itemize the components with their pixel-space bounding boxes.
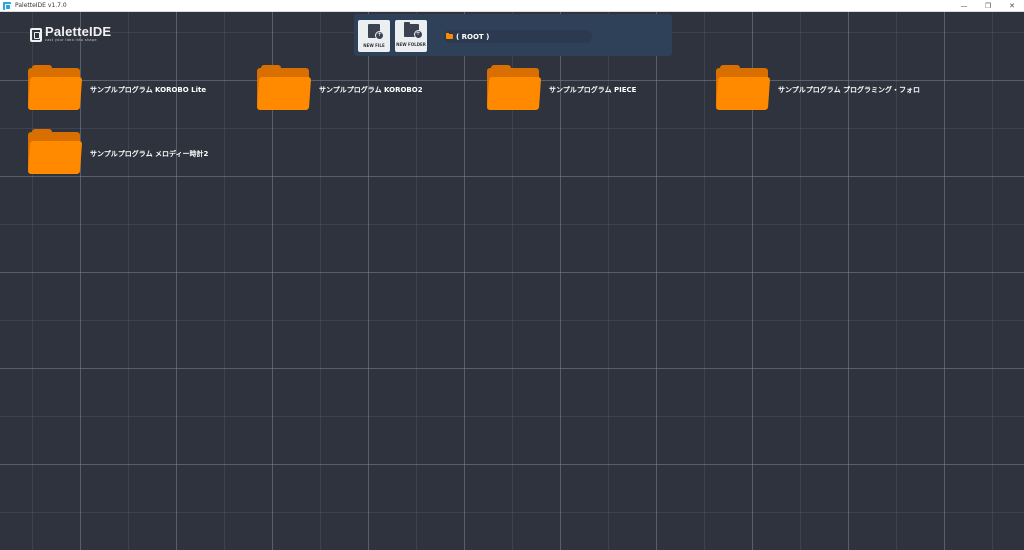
close-button[interactable]: ✕ (1000, 0, 1024, 12)
folder-item[interactable]: サンプルプログラム プログラミング・フォロ (715, 65, 921, 112)
app-icon (3, 1, 11, 10)
folder-label: サンプルプログラム プログラミング・フォロ (778, 86, 921, 94)
folder-label: サンプルプログラム メロディー時計2 (90, 150, 209, 158)
new-file-icon (368, 24, 384, 40)
palette-logo-icon (30, 27, 42, 42)
folder-label: サンプルプログラム KOROBO Lite (90, 86, 207, 94)
logo-name: PaletteIDE (45, 24, 112, 39)
folder-item[interactable]: サンプルプログラム PIECE (486, 65, 637, 112)
folder-icon (715, 65, 771, 112)
folder-item[interactable]: サンプルプログラム KOROBO Lite (27, 65, 207, 112)
new-file-button[interactable]: NEW FILE (358, 20, 390, 52)
breadcrumb[interactable]: ( ROOT ) (444, 30, 592, 43)
folder-icon (256, 65, 312, 112)
window-controls: — ❐ ✕ (952, 0, 1024, 12)
folder-icon (27, 129, 83, 176)
file-toolbar: NEW FILE NEW FOLDER ( ROOT ) (354, 14, 672, 56)
folder-item[interactable]: サンプルプログラム メロディー時計2 (27, 129, 209, 176)
folder-icon (27, 65, 83, 112)
logo-tagline: cast your idea into shape (45, 38, 97, 42)
new-folder-label: NEW FOLDER (396, 42, 426, 47)
folder-label: サンプルプログラム KOROBO2 (319, 86, 423, 94)
restore-button[interactable]: ❐ (976, 0, 1000, 12)
minimize-button[interactable]: — (952, 0, 976, 12)
window-titlebar: PaletteIDE v1.7.0 — ❐ ✕ (0, 0, 1024, 12)
folder-label: サンプルプログラム PIECE (549, 86, 637, 94)
breadcrumb-path: ( ROOT ) (456, 32, 490, 41)
new-folder-button[interactable]: NEW FOLDER (395, 20, 427, 52)
folder-icon (446, 33, 453, 39)
folder-icon (486, 65, 542, 112)
new-folder-icon (403, 22, 423, 39)
new-file-label: NEW FILE (363, 43, 385, 48)
folder-item[interactable]: サンプルプログラム KOROBO2 (256, 65, 423, 112)
app-logo: PaletteIDE cast your idea into shape (30, 24, 112, 43)
window-title: PaletteIDE v1.7.0 (15, 1, 67, 9)
